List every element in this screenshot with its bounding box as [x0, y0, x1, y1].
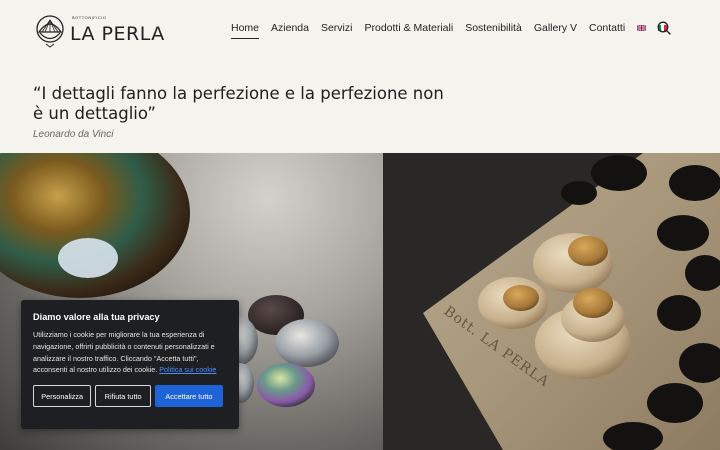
- cookie-banner: Diamo valore alla tua privacy Utilizziam…: [21, 300, 239, 429]
- en-flag-icon[interactable]: [637, 25, 647, 31]
- site-logo[interactable]: BOTTONIFICIO LA PERLA: [34, 14, 165, 48]
- reject-all-button[interactable]: Rifiuta tutto: [95, 385, 151, 408]
- site-header: BOTTONIFICIO LA PERLA Home Azienda Servi…: [0, 0, 720, 60]
- shell-logo-icon: [36, 15, 64, 48]
- nav-gallery[interactable]: Gallery V: [534, 21, 577, 35]
- accept-all-button[interactable]: Accettare tutto: [154, 385, 223, 408]
- search-icon[interactable]: [657, 21, 671, 35]
- quote-author: Leonardo da Vinci: [33, 129, 114, 140]
- quote-text: “I dettagli fanno la perfezione e la per…: [33, 84, 444, 123]
- nav-home[interactable]: Home: [231, 21, 260, 39]
- customize-button[interactable]: Personalizza: [33, 385, 92, 408]
- nav-contatti[interactable]: Contatti: [589, 21, 625, 35]
- cookie-body: Utilizziamo i cookie per migliorare la t…: [33, 329, 228, 376]
- nav-sostenibilita[interactable]: Sostenibilità: [465, 21, 522, 35]
- cookie-policy-link[interactable]: Politica sui cookie: [159, 365, 216, 374]
- nav-prodotti-materiali[interactable]: Prodotti & Materiali: [364, 21, 453, 35]
- logo-small-text: BOTTONIFICIO: [72, 15, 107, 20]
- main-nav: Home Azienda Servizi Prodotti & Material…: [231, 21, 679, 39]
- cookie-title: Diamo valore alla tua privacy: [33, 312, 160, 322]
- cookie-buttons: Personalizza Rifiuta tutto Accettare tut…: [33, 385, 227, 408]
- hero-image-board: Bott. LA PERLA: [383, 153, 720, 450]
- nav-servizi[interactable]: Servizi: [321, 21, 353, 35]
- logo-name: LA PERLA: [70, 23, 165, 45]
- nav-azienda[interactable]: Azienda: [271, 21, 309, 35]
